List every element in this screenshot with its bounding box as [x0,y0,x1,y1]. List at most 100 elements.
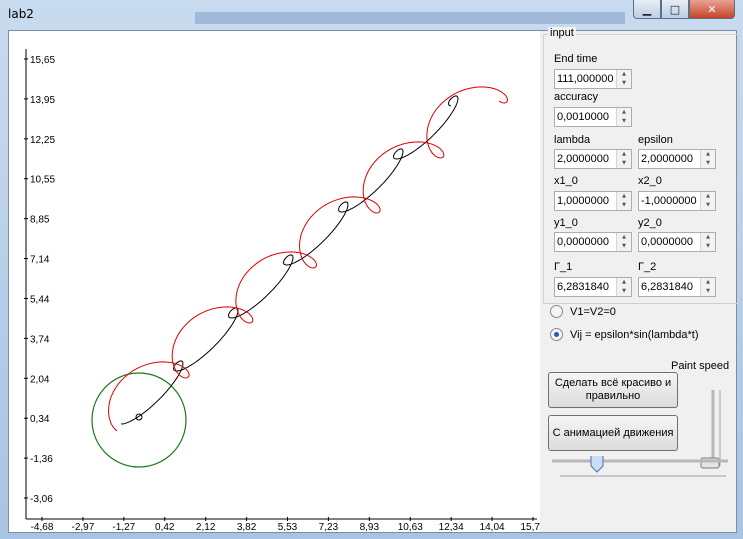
x2-value: -1,0000000 [641,195,697,207]
x-tick-label: 15,74 [520,522,540,532]
time-slider-thumb[interactable] [590,456,604,473]
window-controls: ▁ □ ✕ [633,0,735,19]
epsilon-input[interactable]: 2,0000000 ▲ ▼ [638,149,716,169]
y-tick-label: 5,44 [30,294,50,305]
spin-up-icon[interactable]: ▲ [617,108,631,117]
y-tick-label: 12,25 [30,135,55,146]
x-tick-label: -4,68 [31,522,54,532]
spin-up-icon[interactable]: ▲ [701,150,715,159]
x-tick-label: 5,53 [278,522,298,532]
accuracy-value: 0,0010000 [557,111,609,123]
maximize-icon: □ [669,2,681,16]
y-tick-label: 2,04 [30,374,50,385]
gamma1-input[interactable]: 6,2831840 ▲ ▼ [554,277,632,297]
y2-input[interactable]: 0,0000000 ▲ ▼ [638,232,716,252]
maximize-button[interactable]: □ [661,0,689,19]
spin-up-icon[interactable]: ▲ [701,278,715,287]
x1-input[interactable]: 1,0000000 ▲ ▼ [554,191,632,211]
x1-label: x1_0 [554,175,578,187]
spin-down-icon[interactable]: ▼ [617,79,631,88]
spin-down-icon[interactable]: ▼ [617,117,631,126]
lambda-input[interactable]: 2,0000000 ▲ ▼ [554,149,632,169]
spin-up-icon[interactable]: ▲ [701,233,715,242]
spin-down-icon[interactable]: ▼ [617,287,631,296]
title-bar[interactable]: lab2 ▁ □ ✕ [0,0,743,30]
y1-label: y1_0 [554,217,578,229]
title-bar-background [195,12,625,24]
x-tick-label: -2,97 [72,522,95,532]
x-tick-label: 7,23 [319,522,339,532]
y-tick-label: 8,85 [30,215,50,226]
y-tick-label: 7,14 [30,255,50,266]
x-tick-label: 3,82 [237,522,257,532]
x-tick-label: 8,93 [360,522,380,532]
end-time-value: 111,000000 [557,73,614,85]
radio-checked-icon [550,328,563,341]
y2-value: 0,0000000 [641,236,693,248]
app-window: lab2 ▁ □ ✕ 15,65 13,95 12,25 10,55 8,85 7,14 5… [0,0,743,539]
epsilon-value: 2,0000000 [641,153,693,165]
x-tick-label: 0,42 [155,522,175,532]
trajectory-plot: 15,65 13,95 12,25 10,55 8,85 7,14 5,44 3,74 2,04… [24,49,540,532]
spin-up-icon[interactable]: ▲ [617,192,631,201]
gamma2-label: Г_2 [638,261,657,273]
y-tick-label: 3,74 [30,334,50,345]
gamma1-value: 6,2831840 [557,281,609,293]
spin-down-icon[interactable]: ▼ [617,242,631,251]
spin-down-icon[interactable]: ▼ [701,287,715,296]
control-panel: input End time 111,000000 ▲ ▼ accuracy 0,0… [540,27,739,532]
radio-zero-velocity[interactable]: V1=V2=0 [550,305,616,318]
plot-area: 15,65 13,95 12,25 10,55 8,85 7,14 5,44 3,74 2,04… [9,31,540,532]
x-tick-label: 10,63 [398,522,423,532]
end-time-input[interactable]: 111,000000 ▲ ▼ [554,69,632,89]
accuracy-input[interactable]: 0,0010000 ▲ ▼ [554,107,632,127]
animate-button[interactable]: С анимацией движения [548,415,678,451]
accuracy-label: accuracy [554,91,599,103]
radio-icon [550,305,563,318]
x2-label: x2_0 [638,175,662,187]
spin-up-icon[interactable]: ▲ [617,150,631,159]
x-tick-label: 12,34 [439,522,464,532]
spin-down-icon[interactable]: ▼ [701,242,715,251]
spin-down-icon[interactable]: ▼ [617,201,631,210]
gamma2-input[interactable]: 6,2831840 ▲ ▼ [638,277,716,297]
spin-up-icon[interactable]: ▲ [617,278,631,287]
spin-up-icon[interactable]: ▲ [701,192,715,201]
y-tick-label: -3,06 [30,494,53,505]
spin-up-icon[interactable]: ▲ [617,70,631,79]
y-tick-label: 0,34 [30,414,50,425]
epsilon-label: epsilon [638,134,673,146]
y-tick-label: 10,55 [30,175,55,186]
window-title: lab2 [8,7,34,21]
close-button[interactable]: ✕ [689,0,735,19]
input-group: input End time 111,000000 ▲ ▼ accuracy 0,0… [543,27,739,304]
close-icon: ✕ [707,2,717,16]
spin-up-icon[interactable]: ▲ [617,233,631,242]
paint-speed-label: Paint speed [671,360,730,372]
lambda-value: 2,0000000 [557,153,609,165]
end-time-label: End time [554,53,598,65]
y2-label: y2_0 [638,217,662,229]
minimize-icon: ▁ [642,2,652,16]
time-slider[interactable] [550,456,730,486]
spin-down-icon[interactable]: ▼ [701,159,715,168]
x2-input[interactable]: -1,0000000 ▲ ▼ [638,191,716,211]
radio-sin-velocity-label: Vij = epsilon*sin(lambda*t) [570,328,699,341]
spin-down-icon[interactable]: ▼ [617,159,631,168]
y1-input[interactable]: 0,0000000 ▲ ▼ [554,232,632,252]
black-trajectory [120,95,459,425]
spin-down-icon[interactable]: ▼ [701,201,715,210]
gamma2-value: 6,2831840 [641,281,693,293]
radio-sin-velocity[interactable]: Vij = epsilon*sin(lambda*t) [550,328,699,341]
make-pretty-button[interactable]: Сделать всё красиво и правильно [548,372,678,408]
red-trajectory [108,86,508,432]
radio-zero-velocity-label: V1=V2=0 [570,305,616,318]
client-area: 15,65 13,95 12,25 10,55 8,85 7,14 5,44 3,74 2,04… [8,27,739,533]
y-tick-label: -1,36 [30,454,53,465]
x1-value: 1,0000000 [557,195,609,207]
minimize-button[interactable]: ▁ [633,0,661,19]
x-tick-label: -1,27 [112,522,135,532]
gamma1-label: Г_1 [554,261,573,273]
x-tick-label: 14,04 [480,522,505,532]
y-tick-label: 15,65 [30,55,55,66]
